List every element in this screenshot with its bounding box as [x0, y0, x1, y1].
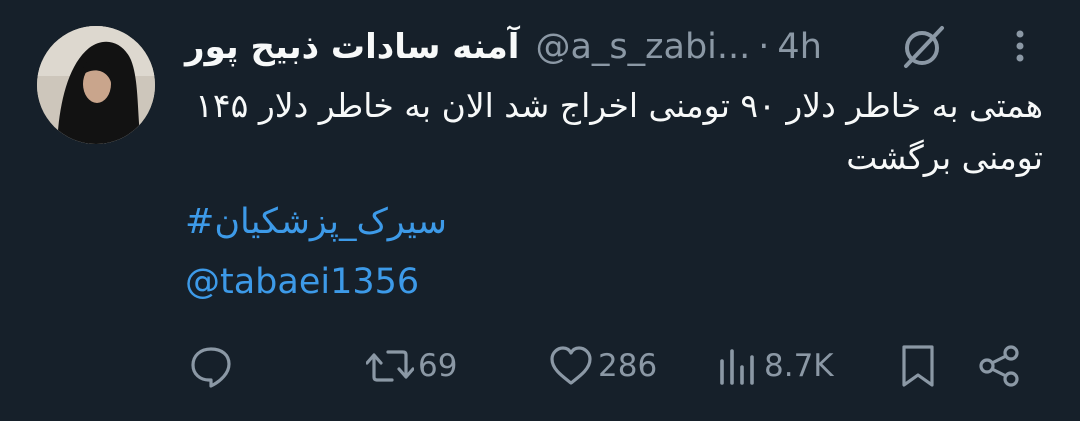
- reply-icon: [191, 347, 231, 388]
- analytics-icon: [720, 349, 754, 385]
- user-handle[interactable]: @a_s_zabi...: [535, 27, 750, 67]
- bookmark-icon: [902, 345, 934, 387]
- more-options-icon[interactable]: [1000, 22, 1040, 70]
- share-button[interactable]: [976, 340, 1022, 392]
- tweet-header: آمنه سادات ذبیح پور @a_s_zabi... · 4h: [185, 22, 822, 72]
- like-button[interactable]: 286: [548, 340, 657, 392]
- hashtag-link[interactable]: سیرک_پزشکیان#: [185, 202, 447, 242]
- action-bar: 69 286 8.7K: [0, 340, 1080, 392]
- separator-dot: ·: [758, 27, 770, 67]
- timestamp[interactable]: 4h: [777, 27, 821, 67]
- reply-button[interactable]: [188, 340, 238, 392]
- tweet-text: همتی به خاطر دلار ۹۰ تومنی اخراج شد الان…: [195, 86, 1043, 177]
- view-count: 8.7K: [764, 348, 834, 384]
- display-name[interactable]: آمنه سادات ذبیح پور: [185, 27, 519, 67]
- avatar-image: [37, 26, 155, 144]
- avatar[interactable]: [37, 26, 155, 144]
- share-icon: [979, 345, 1019, 387]
- like-count: 286: [598, 348, 658, 384]
- views-button[interactable]: 8.7K: [716, 340, 834, 392]
- retweet-button[interactable]: 69: [366, 340, 457, 392]
- grok-icon[interactable]: [900, 22, 948, 70]
- retweet-count: 69: [418, 348, 458, 384]
- retweet-icon: [366, 350, 414, 382]
- bookmark-button[interactable]: [898, 340, 938, 392]
- mention-link[interactable]: @tabaei1356: [185, 262, 419, 302]
- heart-icon: [550, 346, 592, 385]
- tweet-card[interactable]: آمنه سادات ذبیح پور @a_s_zabi... · 4h هم…: [0, 0, 1080, 421]
